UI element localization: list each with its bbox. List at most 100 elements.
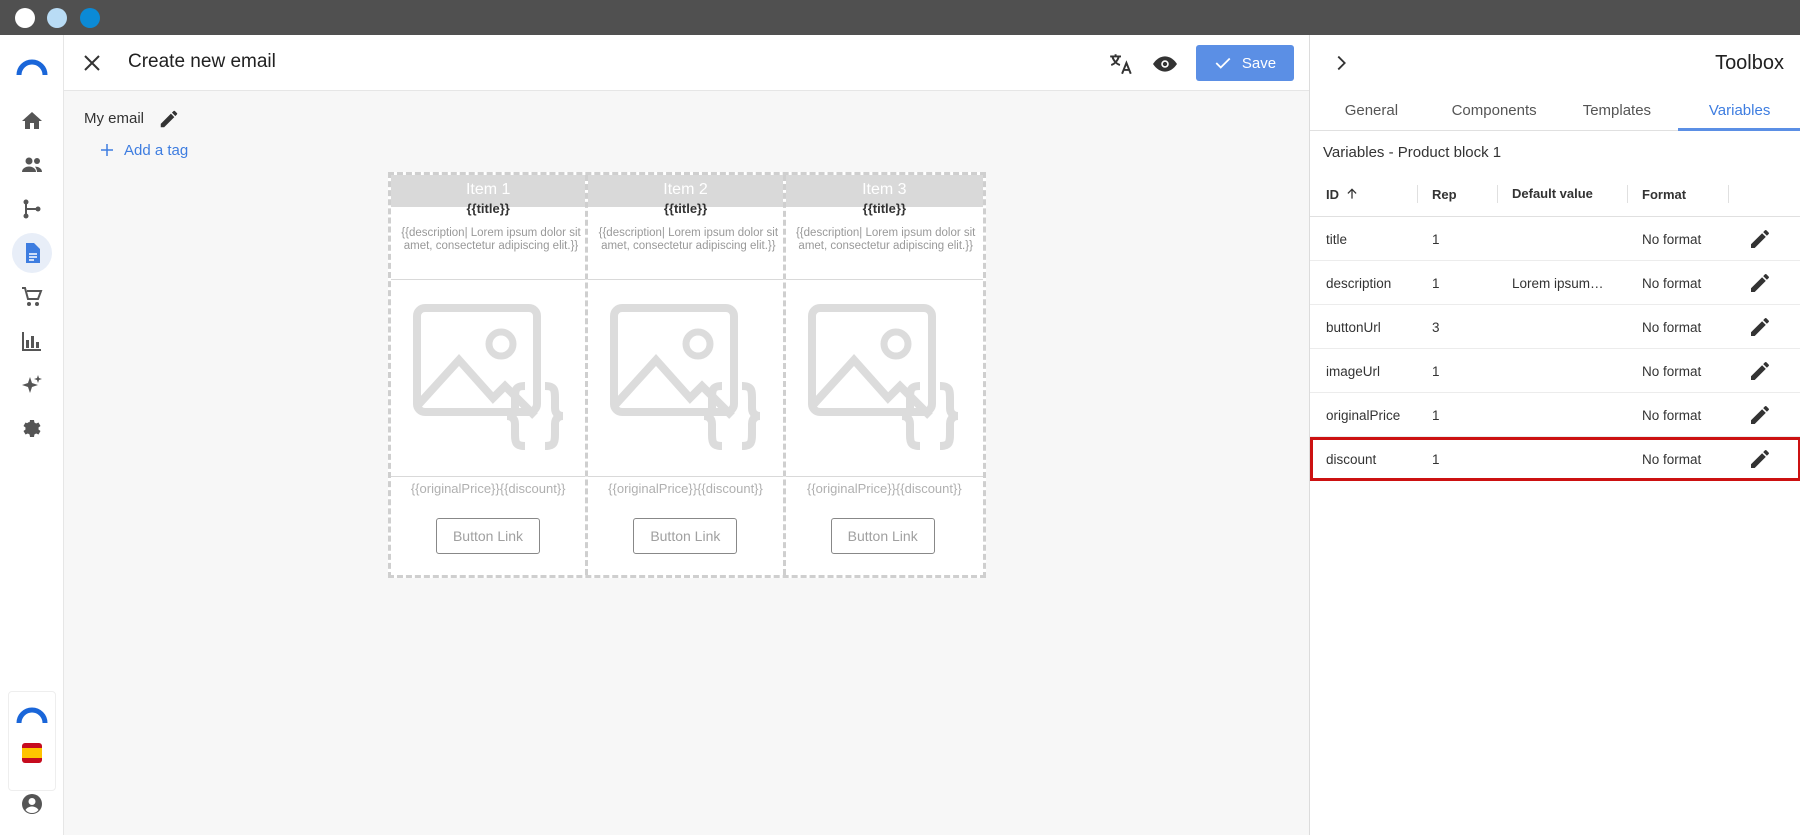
- tab-templates[interactable]: Templates: [1556, 91, 1679, 130]
- nav-contacts[interactable]: [12, 145, 52, 185]
- row-id: title: [1326, 231, 1348, 247]
- editor-header: Create new email Save: [64, 35, 1309, 91]
- editor-canvas: My email Add a tag Item 1 {{title}} {{desc…: [64, 91, 1309, 835]
- window-close-control[interactable]: [15, 8, 35, 28]
- item-price: {{originalPrice}}{{discount}}: [410, 481, 566, 496]
- row-format: No format: [1642, 231, 1702, 247]
- row-default-value: [1512, 393, 1622, 437]
- table-row[interactable]: description 1 Lorem ipsum… No format: [1310, 261, 1800, 305]
- item-image[interactable]: [588, 279, 783, 477]
- variables-rows: title 1 No format description 1 Lorem ipsum… N…: [1310, 217, 1800, 481]
- translate-icon[interactable]: [1108, 51, 1134, 77]
- spain-flag-icon[interactable]: [22, 743, 42, 763]
- product-block[interactable]: Item 1 {{title}} {{description| Lorem ipsu…: [388, 172, 986, 578]
- tab-variables[interactable]: Variables: [1678, 91, 1800, 131]
- row-default-value: [1512, 437, 1622, 481]
- left-nav-rail: [0, 35, 64, 835]
- save-button[interactable]: Save: [1196, 45, 1294, 81]
- gear-icon: [23, 420, 41, 437]
- page-title: Create new email: [128, 51, 276, 72]
- row-default-value-text: Lorem ipsum…: [1512, 275, 1604, 291]
- item-title: {{title}}: [466, 201, 510, 216]
- nav-content[interactable]: [12, 233, 52, 273]
- table-row[interactable]: originalPrice 1 No format: [1310, 393, 1800, 437]
- sparkles-icon: [22, 375, 42, 393]
- row-rep: 1: [1432, 363, 1440, 379]
- home-icon: [22, 112, 42, 129]
- row-default-value: [1512, 217, 1622, 261]
- preview-eye-icon[interactable]: [1152, 51, 1178, 77]
- window-minimize-control[interactable]: [47, 8, 67, 28]
- workspace-logo-icon[interactable]: [16, 703, 48, 725]
- row-rep: 1: [1432, 407, 1440, 423]
- check-icon: [1215, 57, 1231, 69]
- column-rep[interactable]: Rep: [1432, 171, 1457, 217]
- table-row[interactable]: discount 1 No format: [1310, 437, 1800, 481]
- row-rep: 1: [1432, 275, 1440, 291]
- nav-home[interactable]: [12, 101, 52, 141]
- document-icon: [26, 243, 40, 263]
- edit-pencil-icon: [1751, 274, 1769, 292]
- row-edit-button[interactable]: [1748, 437, 1772, 481]
- variables-heading: Variables - Product block 1: [1323, 144, 1502, 161]
- item-description: {{description| Lorem ipsum dolor sit ame…: [795, 227, 976, 252]
- row-id: description: [1326, 275, 1392, 291]
- row-edit-button[interactable]: [1748, 349, 1772, 393]
- nav-automation[interactable]: [12, 189, 52, 229]
- table-row[interactable]: buttonUrl 3 No format: [1310, 305, 1800, 349]
- row-format: No format: [1642, 407, 1702, 423]
- chevron-right-icon[interactable]: [1330, 52, 1352, 74]
- row-edit-button[interactable]: [1748, 393, 1772, 437]
- nav-account[interactable]: [12, 784, 52, 824]
- item-button-link[interactable]: Button Link: [436, 518, 540, 554]
- nav-commerce[interactable]: [12, 277, 52, 317]
- tab-components[interactable]: Components: [1433, 91, 1556, 130]
- row-id: buttonUrl: [1326, 319, 1381, 335]
- column-id[interactable]: ID: [1326, 171, 1359, 217]
- row-edit-button[interactable]: [1748, 261, 1772, 305]
- row-id: discount: [1326, 451, 1377, 467]
- cart-icon: [22, 287, 43, 306]
- column-default-value[interactable]: Default value: [1512, 171, 1608, 217]
- edit-pencil-icon: [1751, 406, 1769, 424]
- close-icon[interactable]: [80, 51, 104, 75]
- product-item[interactable]: Item 3 {{title}} {{description| Lorem ipsu…: [785, 175, 983, 575]
- edit-pencil-icon: [1751, 230, 1769, 248]
- table-row[interactable]: title 1 No format: [1310, 217, 1800, 261]
- toolbox-tabs: General Components Templates Variables: [1310, 91, 1800, 131]
- add-tag-label: Add a tag: [124, 141, 189, 159]
- table-header: ID Rep Default value Format: [1310, 171, 1800, 217]
- row-format: No format: [1642, 319, 1702, 335]
- email-name: My email: [84, 110, 145, 127]
- tab-general[interactable]: General: [1310, 91, 1433, 130]
- product-item[interactable]: Item 1 {{title}} {{description| Lorem ipsu…: [391, 175, 589, 575]
- product-item[interactable]: Item 2 {{title}} {{description| Lorem ipsu…: [588, 175, 786, 575]
- item-button-link[interactable]: Button Link: [633, 518, 738, 554]
- row-default-value: [1512, 305, 1622, 349]
- edit-name-pencil-icon[interactable]: [158, 108, 180, 130]
- item-image[interactable]: [391, 279, 586, 477]
- table-row[interactable]: imageUrl 1 No format: [1310, 349, 1800, 393]
- nav-settings[interactable]: [12, 409, 52, 449]
- item-price: {{originalPrice}}{{discount}}: [608, 481, 763, 496]
- nav-analytics[interactable]: [12, 321, 52, 361]
- nav-ai[interactable]: [12, 365, 52, 405]
- column-divider: [1497, 185, 1498, 203]
- row-edit-button[interactable]: [1748, 305, 1772, 349]
- item-button-link[interactable]: Button Link: [830, 518, 935, 554]
- toolbox-title: Toolbox: [1715, 52, 1784, 74]
- flow-icon: [23, 199, 41, 219]
- row-default-value: Lorem ipsum…: [1512, 261, 1622, 305]
- item-image[interactable]: [785, 279, 983, 477]
- add-tag-button[interactable]: Add a tag: [98, 141, 188, 159]
- column-divider: [1728, 185, 1729, 203]
- plus-icon: [101, 144, 113, 156]
- column-format[interactable]: Format: [1642, 171, 1686, 217]
- image-placeholder-icon: [413, 304, 564, 450]
- row-edit-button[interactable]: [1748, 217, 1772, 261]
- window-maximize-control[interactable]: [80, 8, 100, 28]
- row-rep: 3: [1432, 319, 1440, 335]
- app-logo-icon[interactable]: [16, 55, 48, 77]
- edit-pencil-icon: [1751, 450, 1769, 468]
- account-circle-icon: [22, 794, 42, 814]
